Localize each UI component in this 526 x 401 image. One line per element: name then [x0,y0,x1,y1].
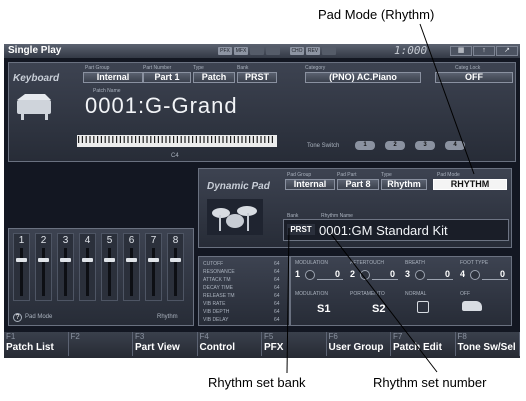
annotation-lines [286,23,475,374]
